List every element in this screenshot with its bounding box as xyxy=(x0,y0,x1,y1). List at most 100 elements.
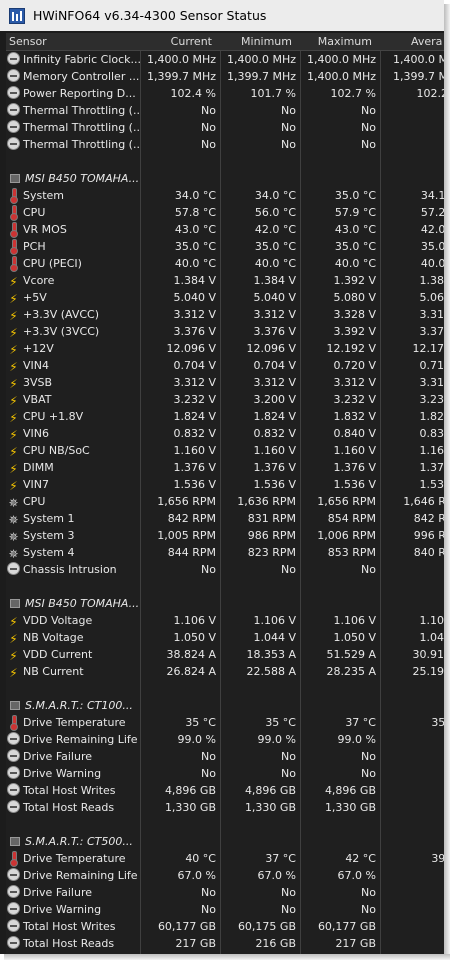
minimum-value: 3.200 V xyxy=(253,393,296,406)
sensor-table[interactable]: Sensor Current Minimum Maximum Avera Inf… xyxy=(6,33,444,954)
sensor-row[interactable]: ✵ System 4 844 RPM 823 RPM 853 RPM 840 RPM xyxy=(6,544,444,561)
maximum-value: 1.106 V xyxy=(333,614,376,627)
sensor-row[interactable]: Drive Remaining Life 67.0 % 67.0 % 67.0 % xyxy=(6,867,444,884)
title-bar[interactable]: HWiNFO64 v6.34-4300 Sensor Status xyxy=(0,0,444,31)
sensor-name-cell: Drive Remaining Life xyxy=(6,867,140,884)
sensor-row[interactable]: ⚡ VIN4 0.704 V 0.704 V 0.720 V 0.711 V xyxy=(6,357,444,374)
average-value xyxy=(381,918,444,935)
sensor-row[interactable]: ⚡ CPU NB/SoC 1.160 V 1.160 V 1.160 V 1.160 V xyxy=(6,442,444,459)
maximum-value: 35.0 °C xyxy=(334,189,376,202)
sensor-row[interactable]: Drive Temperature 35 °C 35 °C 37 °C 35 °C xyxy=(6,714,444,731)
current-value: 1.050 V xyxy=(173,631,216,644)
column-header-maximum[interactable]: Maximum xyxy=(301,33,380,50)
sensor-row[interactable]: Drive Failure No No No xyxy=(6,884,444,901)
sensor-name: Drive Warning xyxy=(23,903,102,916)
sensor-row[interactable]: Total Host Reads 217 GB 216 GB 217 GB xyxy=(6,935,444,952)
minimum-value: 1.376 V xyxy=(253,461,296,474)
sensor-row[interactable]: ⚡ VIN7 1.536 V 1.536 V 1.536 V 1.536 V xyxy=(6,476,444,493)
sensor-group-header[interactable]: MSI B450 TOMAHA... xyxy=(6,595,444,612)
sensor-row[interactable]: PCH 35.0 °C 35.0 °C 35.0 °C 35.0 °C xyxy=(6,238,444,255)
sensor-row[interactable]: Drive Failure No No No xyxy=(6,748,444,765)
current-value: 1,399.7 MHz xyxy=(146,70,216,83)
sensor-name: System 4 xyxy=(23,546,75,559)
maximum-value: 60,177 GB xyxy=(317,920,376,933)
average-value: 35 °C xyxy=(431,716,444,729)
sensor-row[interactable]: Drive Temperature 40 °C 37 °C 42 °C 39 °C xyxy=(6,850,444,867)
sensor-row[interactable]: Memory Controller ... 1,399.7 MHz 1,399.7 … xyxy=(6,68,444,85)
sensor-row[interactable]: ⚡ VDD Voltage 1.106 V 1.106 V 1.106 V 1.106 V xyxy=(6,612,444,629)
average-value xyxy=(381,935,444,952)
sensor-row[interactable]: CPU (PECI) 40.0 °C 40.0 °C 40.0 °C 40.0 °C xyxy=(6,255,444,272)
maximum-value: 12.192 V xyxy=(326,342,376,355)
sensor-row[interactable]: ⚡ +5V 5.040 V 5.040 V 5.080 V 5.067 V xyxy=(6,289,444,306)
sensor-name: CPU xyxy=(23,495,46,508)
sensor-row[interactable]: Thermal Throttling (... No No No xyxy=(6,102,444,119)
sensor-row[interactable]: CPU 57.8 °C 56.0 °C 57.9 °C 57.2 °C xyxy=(6,204,444,221)
sensor-row[interactable]: ✵ CPU 1,656 RPM 1,636 RPM 1,656 RPM 1,646 RPM xyxy=(6,493,444,510)
sensor-name-cell: Thermal Throttling (... xyxy=(6,136,140,153)
column-header-current[interactable]: Current xyxy=(141,33,220,50)
lightning-bolt-icon: ⚡ xyxy=(9,462,18,476)
sensor-name-cell: Drive Failure xyxy=(6,748,140,765)
current-value: 1,400.0 MHz xyxy=(146,53,216,66)
sensor-row[interactable]: VR MOS 43.0 °C 42.0 °C 43.0 °C 42.0 °C xyxy=(6,221,444,238)
sensor-row[interactable]: ⚡ NB Voltage 1.050 V 1.044 V 1.050 V 1.048 V xyxy=(6,629,444,646)
sensor-row[interactable]: Chassis Intrusion No No No xyxy=(6,561,444,578)
sensor-name: Drive Temperature xyxy=(23,716,126,729)
sensor-row[interactable]: ⚡ NB Current 26.824 A 22.588 A 28.235 A 25.19… xyxy=(6,663,444,680)
maximum-value: 3.232 V xyxy=(333,393,376,406)
sensor-name-cell: Chassis Intrusion xyxy=(6,561,140,578)
sensor-row[interactable]: Power Reporting D... 102.4 % 101.7 % 102.7 … xyxy=(6,85,444,102)
sensor-row[interactable]: Thermal Throttling (... No No No xyxy=(6,136,444,153)
sensor-row[interactable]: Total Host Writes 4,896 GB 4,896 GB 4,896 G… xyxy=(6,782,444,799)
sensor-name-cell: ⚡ +5V xyxy=(6,289,140,306)
sensor-name: VIN4 xyxy=(23,359,49,372)
sensor-row[interactable]: ⚡ 3VSB 3.312 V 3.312 V 3.312 V 3.312 V xyxy=(6,374,444,391)
sensor-row[interactable]: ⚡ +3.3V (AVCC) 3.312 V 3.312 V 3.328 V 3.312 … xyxy=(6,306,444,323)
minimum-value: 99.0 % xyxy=(257,733,296,746)
sensor-row[interactable]: ⚡ CPU +1.8V 1.824 V 1.824 V 1.832 V 1.824 V xyxy=(6,408,444,425)
column-header-minimum[interactable]: Minimum xyxy=(221,33,300,50)
sensor-row[interactable]: Total Host Writes 60,177 GB 60,175 GB 60,17… xyxy=(6,918,444,935)
sensor-row[interactable]: ✵ System 3 1,005 RPM 986 RPM 1,006 RPM 996 RP… xyxy=(6,527,444,544)
group-label: S.M.A.R.T.: CT100... xyxy=(6,697,140,714)
current-value: No xyxy=(201,750,216,763)
maximum-value: 1.392 V xyxy=(333,274,376,287)
current-value: 60,177 GB xyxy=(157,920,216,933)
sensor-name-cell: Memory Controller ... xyxy=(6,68,140,85)
sensor-gauge-icon xyxy=(7,52,20,65)
sensor-row[interactable]: ✵ System 1 842 RPM 831 RPM 854 RPM 842 RPM xyxy=(6,510,444,527)
sensor-row[interactable]: ⚡ DIMM 1.376 V 1.376 V 1.376 V 1.376 V xyxy=(6,459,444,476)
sensor-row[interactable]: System 34.0 °C 34.0 °C 35.0 °C 34.1 °C xyxy=(6,187,444,204)
sensor-row[interactable]: ⚡ +3.3V (3VCC) 3.376 V 3.376 V 3.392 V 3.379 … xyxy=(6,323,444,340)
sensor-row[interactable]: Total Host Reads 1,330 GB 1,330 GB 1,330 GB xyxy=(6,799,444,816)
sensor-group-header[interactable]: MSI B450 TOMAHA... xyxy=(6,170,444,187)
blank-row xyxy=(6,578,444,595)
average-value xyxy=(381,765,444,782)
blank-row xyxy=(6,153,444,170)
average-value: 30.916 A xyxy=(412,648,444,661)
sensor-row[interactable]: Drive Remaining Life 99.0 % 99.0 % 99.0 % xyxy=(6,731,444,748)
sensor-row[interactable]: ⚡ VIN6 0.832 V 0.832 V 0.840 V 0.833 V xyxy=(6,425,444,442)
sensor-row[interactable]: Drive Warning No No No xyxy=(6,765,444,782)
sensor-name: +5V xyxy=(23,291,47,304)
average-value: 34.1 °C xyxy=(420,189,444,202)
average-value: 0.711 V xyxy=(419,359,444,372)
sensor-row[interactable]: ⚡ VBAT 3.232 V 3.200 V 3.232 V 3.231 V xyxy=(6,391,444,408)
sensor-group-header[interactable]: S.M.A.R.T.: CT500... xyxy=(6,833,444,850)
minimum-value: 831 RPM xyxy=(247,512,296,525)
sensor-row[interactable]: ⚡ VDD Current 38.824 A 18.353 A 51.529 A 30.9… xyxy=(6,646,444,663)
minimum-value: 1.106 V xyxy=(253,614,296,627)
minimum-value: 22.588 A xyxy=(246,665,296,678)
sensor-row[interactable]: Infinity Fabric Clock... 1,400.0 MHz 1,400… xyxy=(6,51,444,68)
maximum-value: 1.160 V xyxy=(333,444,376,457)
maximum-value: 28.235 A xyxy=(326,665,376,678)
sensor-row[interactable]: ⚡ +12V 12.096 V 12.096 V 12.192 V 12.174 V xyxy=(6,340,444,357)
sensor-row[interactable]: Thermal Throttling (... No No No xyxy=(6,119,444,136)
column-header-sensor[interactable]: Sensor xyxy=(6,33,140,50)
sensor-row[interactable]: ⚡ Vcore 1.384 V 1.384 V 1.392 V 1.384 V xyxy=(6,272,444,289)
sensor-row[interactable]: Drive Warning No No No xyxy=(6,901,444,918)
current-value: 0.832 V xyxy=(173,427,216,440)
column-header-average[interactable]: Avera xyxy=(381,33,444,50)
sensor-group-header[interactable]: S.M.A.R.T.: CT100... xyxy=(6,697,444,714)
